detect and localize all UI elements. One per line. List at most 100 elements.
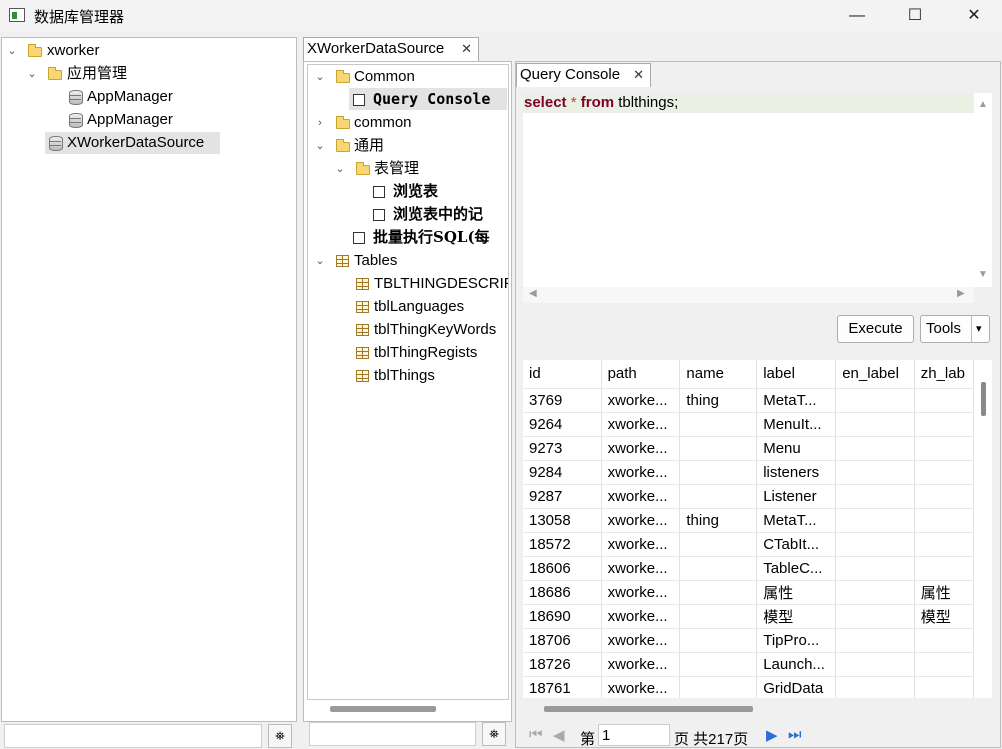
sql-editor[interactable]: select * from tblthings; — [523, 93, 975, 287]
close-button[interactable]: ✕ — [951, 4, 997, 28]
table-cell[interactable]: xworke... — [601, 579, 681, 604]
table-cell[interactable]: xworke... — [601, 675, 681, 698]
table-cell[interactable]: xworke... — [601, 459, 681, 484]
table-cell[interactable]: xworke... — [601, 627, 681, 652]
table-cell[interactable]: 属性 — [914, 579, 974, 604]
scroll-left-icon[interactable]: ◀ — [529, 288, 537, 299]
scroll-down-icon[interactable]: ▼ — [978, 269, 988, 280]
table-cell[interactable]: xworke... — [601, 483, 681, 508]
execute-button[interactable]: Execute — [837, 315, 914, 343]
table-row[interactable]: 13058 xworke... thing MetaT... — [523, 507, 974, 532]
table-cell[interactable] — [914, 555, 974, 580]
table-cell[interactable] — [679, 459, 758, 484]
table-cell[interactable] — [679, 675, 758, 698]
tree-item-table[interactable]: TBLTHINGDESCRIP — [352, 273, 508, 295]
tree-item-table[interactable]: tblLanguages — [352, 296, 508, 318]
table-row[interactable]: 18706 xworke... TipPro... — [523, 627, 974, 652]
table-cell[interactable]: Listener — [756, 483, 837, 508]
chevron-down-icon[interactable]: ⌄ — [314, 66, 326, 88]
table-cell[interactable] — [679, 651, 758, 676]
table-cell[interactable] — [914, 507, 974, 532]
table-cell[interactable]: GridData — [756, 675, 837, 698]
table-cell[interactable]: 9273 — [523, 435, 602, 460]
table-cell[interactable] — [679, 531, 758, 556]
table-cell[interactable]: xworke... — [601, 555, 681, 580]
table-cell[interactable]: listeners — [756, 459, 837, 484]
table-row[interactable]: 9273 xworke... Menu — [523, 435, 974, 460]
table-cell[interactable]: xworke... — [601, 603, 681, 628]
table-row[interactable]: 18690 xworke... 模型 模型 — [523, 603, 974, 628]
table-cell[interactable] — [835, 675, 915, 698]
chevron-down-icon[interactable]: ⌄ — [26, 63, 38, 85]
table-cell[interactable]: TableC... — [756, 555, 837, 580]
table-cell[interactable]: 18706 — [523, 627, 602, 652]
tree-item-browse-table[interactable]: 浏览表 — [369, 180, 508, 202]
table-cell[interactable]: 9264 — [523, 411, 602, 436]
column-header[interactable]: zh_lab — [914, 360, 974, 388]
table-cell[interactable] — [835, 459, 915, 484]
scroll-up-icon[interactable]: ▲ — [978, 99, 988, 110]
tree-item-table[interactable]: tblThingKeyWords — [352, 319, 508, 341]
table-cell[interactable] — [835, 603, 915, 628]
table-cell[interactable] — [835, 555, 915, 580]
table-cell[interactable]: xworke... — [601, 531, 681, 556]
binoculars-icon[interactable]: ⛯ — [268, 724, 292, 748]
table-cell[interactable] — [914, 483, 974, 508]
table-cell[interactable]: 属性 — [756, 579, 837, 604]
grid-hscroll-thumb[interactable] — [544, 706, 753, 712]
table-cell[interactable] — [914, 387, 974, 412]
table-cell[interactable]: xworke... — [601, 507, 681, 532]
table-cell[interactable]: thing — [679, 387, 758, 412]
horizontal-scrollbar[interactable] — [330, 706, 436, 712]
table-cell[interactable]: 18606 — [523, 555, 602, 580]
table-cell[interactable] — [835, 483, 915, 508]
table-cell[interactable]: CTabIt... — [756, 531, 837, 556]
tree-item-query-console[interactable]: Query Console — [349, 88, 507, 110]
scroll-right-icon[interactable]: ▶ — [957, 288, 965, 299]
table-cell[interactable]: 3769 — [523, 387, 602, 412]
page-number-input[interactable] — [598, 724, 670, 746]
column-header[interactable]: path — [601, 360, 681, 388]
table-cell[interactable] — [679, 579, 758, 604]
next-page-icon[interactable]: ▶ — [766, 726, 778, 744]
editor-vscroll[interactable]: ▲ ▼ — [974, 93, 992, 287]
tree-item-xworkerdatasource[interactable]: XWorkerDataSource — [45, 132, 220, 154]
table-cell[interactable] — [679, 627, 758, 652]
tree-item-table[interactable]: tblThingRegists — [352, 342, 508, 364]
tab-query-console[interactable]: Query Console ✕ — [516, 63, 651, 87]
tree-item-tongyong[interactable]: ⌄ 通用 — [312, 135, 508, 157]
table-cell[interactable] — [835, 411, 915, 436]
table-cell[interactable]: xworke... — [601, 435, 681, 460]
column-header[interactable]: id — [523, 360, 602, 388]
table-cell[interactable] — [914, 627, 974, 652]
table-cell[interactable]: xworke... — [601, 651, 681, 676]
chevron-down-icon[interactable]: ⌄ — [314, 250, 326, 272]
table-cell[interactable]: xworke... — [601, 411, 681, 436]
table-cell[interactable] — [835, 579, 915, 604]
table-row[interactable]: 9284 xworke... listeners — [523, 459, 974, 484]
table-cell[interactable]: thing — [679, 507, 758, 532]
table-cell[interactable] — [914, 675, 974, 698]
tree-item-tables[interactable]: ⌄ Tables — [312, 250, 508, 272]
table-cell[interactable]: 18572 — [523, 531, 602, 556]
table-cell[interactable]: MetaT... — [756, 507, 837, 532]
table-cell[interactable] — [835, 507, 915, 532]
table-row[interactable]: 18686 xworke... 属性 属性 — [523, 579, 974, 604]
table-cell[interactable]: MenuIt... — [756, 411, 837, 436]
last-page-icon[interactable]: ⏭ — [788, 726, 802, 743]
column-header[interactable]: name — [679, 360, 758, 388]
table-cell[interactable]: 模型 — [914, 603, 974, 628]
tree-item-common[interactable]: ⌄ Common — [312, 66, 508, 88]
table-cell[interactable] — [679, 555, 758, 580]
table-cell[interactable]: MetaT... — [756, 387, 837, 412]
tree-item-appmanager-2[interactable]: AppManager — [66, 109, 266, 131]
chevron-down-icon[interactable]: ▾ — [976, 316, 982, 342]
close-icon[interactable]: ✕ — [461, 38, 472, 60]
table-cell[interactable] — [914, 459, 974, 484]
table-cell[interactable] — [835, 627, 915, 652]
table-cell[interactable]: 13058 — [523, 507, 602, 532]
table-cell[interactable]: 9287 — [523, 483, 602, 508]
table-cell[interactable] — [679, 411, 758, 436]
chevron-down-icon[interactable]: ⌄ — [314, 135, 326, 157]
table-cell[interactable]: 18686 — [523, 579, 602, 604]
